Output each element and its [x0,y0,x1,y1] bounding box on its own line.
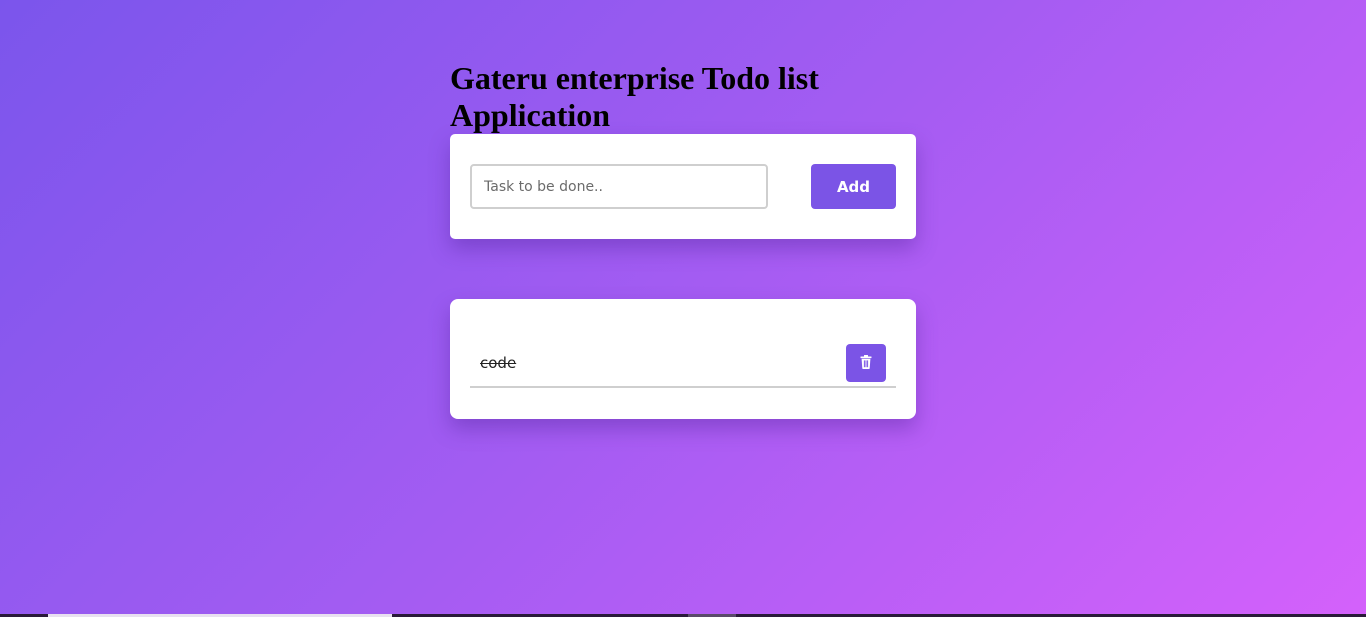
add-button[interactable]: Add [811,164,896,209]
todo-app: Gateru enterprise Todo list Application … [450,60,916,419]
delete-button[interactable] [846,344,886,382]
trash-icon [860,354,872,372]
task-input[interactable] [470,164,768,209]
todo-list-card: code [450,299,916,419]
page-title: Gateru enterprise Todo list Application [450,60,819,133]
task-input-card: Add [450,134,916,239]
todo-item: code [470,344,896,388]
todo-item-text[interactable]: code [480,354,516,372]
